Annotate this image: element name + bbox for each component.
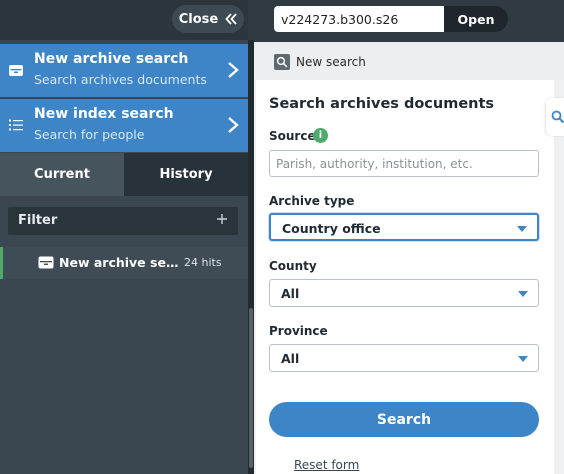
reset-form-link[interactable]: Reset form xyxy=(294,458,359,472)
tab-history[interactable]: History xyxy=(124,153,248,196)
main-area: Open New search Search archives document… xyxy=(254,0,564,474)
new-search-button[interactable]: New search xyxy=(274,54,366,70)
county-select[interactable]: All xyxy=(269,279,539,307)
source-input[interactable] xyxy=(269,150,539,177)
left-panel: Close New archive search Search archives… xyxy=(0,0,248,474)
archive-box-icon xyxy=(38,256,54,269)
form-heading: Search archives documents xyxy=(269,96,495,112)
result-title: New archive search... xyxy=(59,255,179,270)
search-result-item[interactable]: New archive search... 24 hits xyxy=(0,247,248,279)
search-button[interactable]: Search xyxy=(269,402,539,437)
plus-icon xyxy=(217,214,227,224)
province-label: Province xyxy=(269,324,328,338)
nav-title: New archive search xyxy=(34,51,189,67)
list-icon xyxy=(9,119,23,131)
search-icon xyxy=(551,110,564,124)
filter-label: Filter xyxy=(18,213,58,228)
nav-subtitle: Search for people xyxy=(34,127,145,142)
nav-title: New index search xyxy=(34,106,174,122)
result-hits: 24 hits xyxy=(184,256,222,269)
new-archive-search-button[interactable]: New archive search Search archives docum… xyxy=(0,44,248,97)
search-icon xyxy=(274,54,290,70)
close-label: Close xyxy=(178,11,219,27)
new-index-search-button[interactable]: New index search Search for people xyxy=(0,99,248,152)
tab-current[interactable]: Current xyxy=(0,153,124,196)
close-panel-button[interactable]: Close xyxy=(172,5,244,33)
dropdown-arrow-icon xyxy=(518,291,528,297)
double-chevron-left-icon xyxy=(225,13,237,25)
document-id-input[interactable] xyxy=(274,6,444,32)
nav-subtitle: Search archives documents xyxy=(34,72,207,87)
province-select[interactable]: All xyxy=(269,344,539,372)
side-search-tab[interactable] xyxy=(546,98,564,136)
scrollbar-thumb[interactable] xyxy=(249,308,253,468)
source-label: Source xyxy=(269,129,316,143)
search-form: Search archives documents Source i Archi… xyxy=(256,80,554,474)
chevron-right-icon xyxy=(228,62,239,78)
archive-type-label: Archive type xyxy=(269,194,355,208)
archive-box-icon xyxy=(9,65,23,76)
county-label: County xyxy=(269,259,317,273)
archive-type-select[interactable]: Country office xyxy=(269,213,539,241)
session-tabs: Current History xyxy=(0,153,248,196)
top-bar: Open xyxy=(254,0,564,42)
county-value: All xyxy=(281,286,300,301)
dropdown-arrow-icon xyxy=(518,356,528,362)
search-toolbar: New search xyxy=(254,42,564,80)
info-icon[interactable]: i xyxy=(313,128,328,143)
filter-bar[interactable]: Filter xyxy=(8,207,238,235)
archive-type-value: Country office xyxy=(282,221,381,236)
chevron-right-icon xyxy=(228,117,239,133)
new-search-label: New search xyxy=(296,55,366,69)
dropdown-arrow-icon xyxy=(517,226,527,232)
province-value: All xyxy=(281,351,300,366)
open-button[interactable]: Open xyxy=(444,6,508,32)
left-panel-header: Close xyxy=(0,0,248,40)
